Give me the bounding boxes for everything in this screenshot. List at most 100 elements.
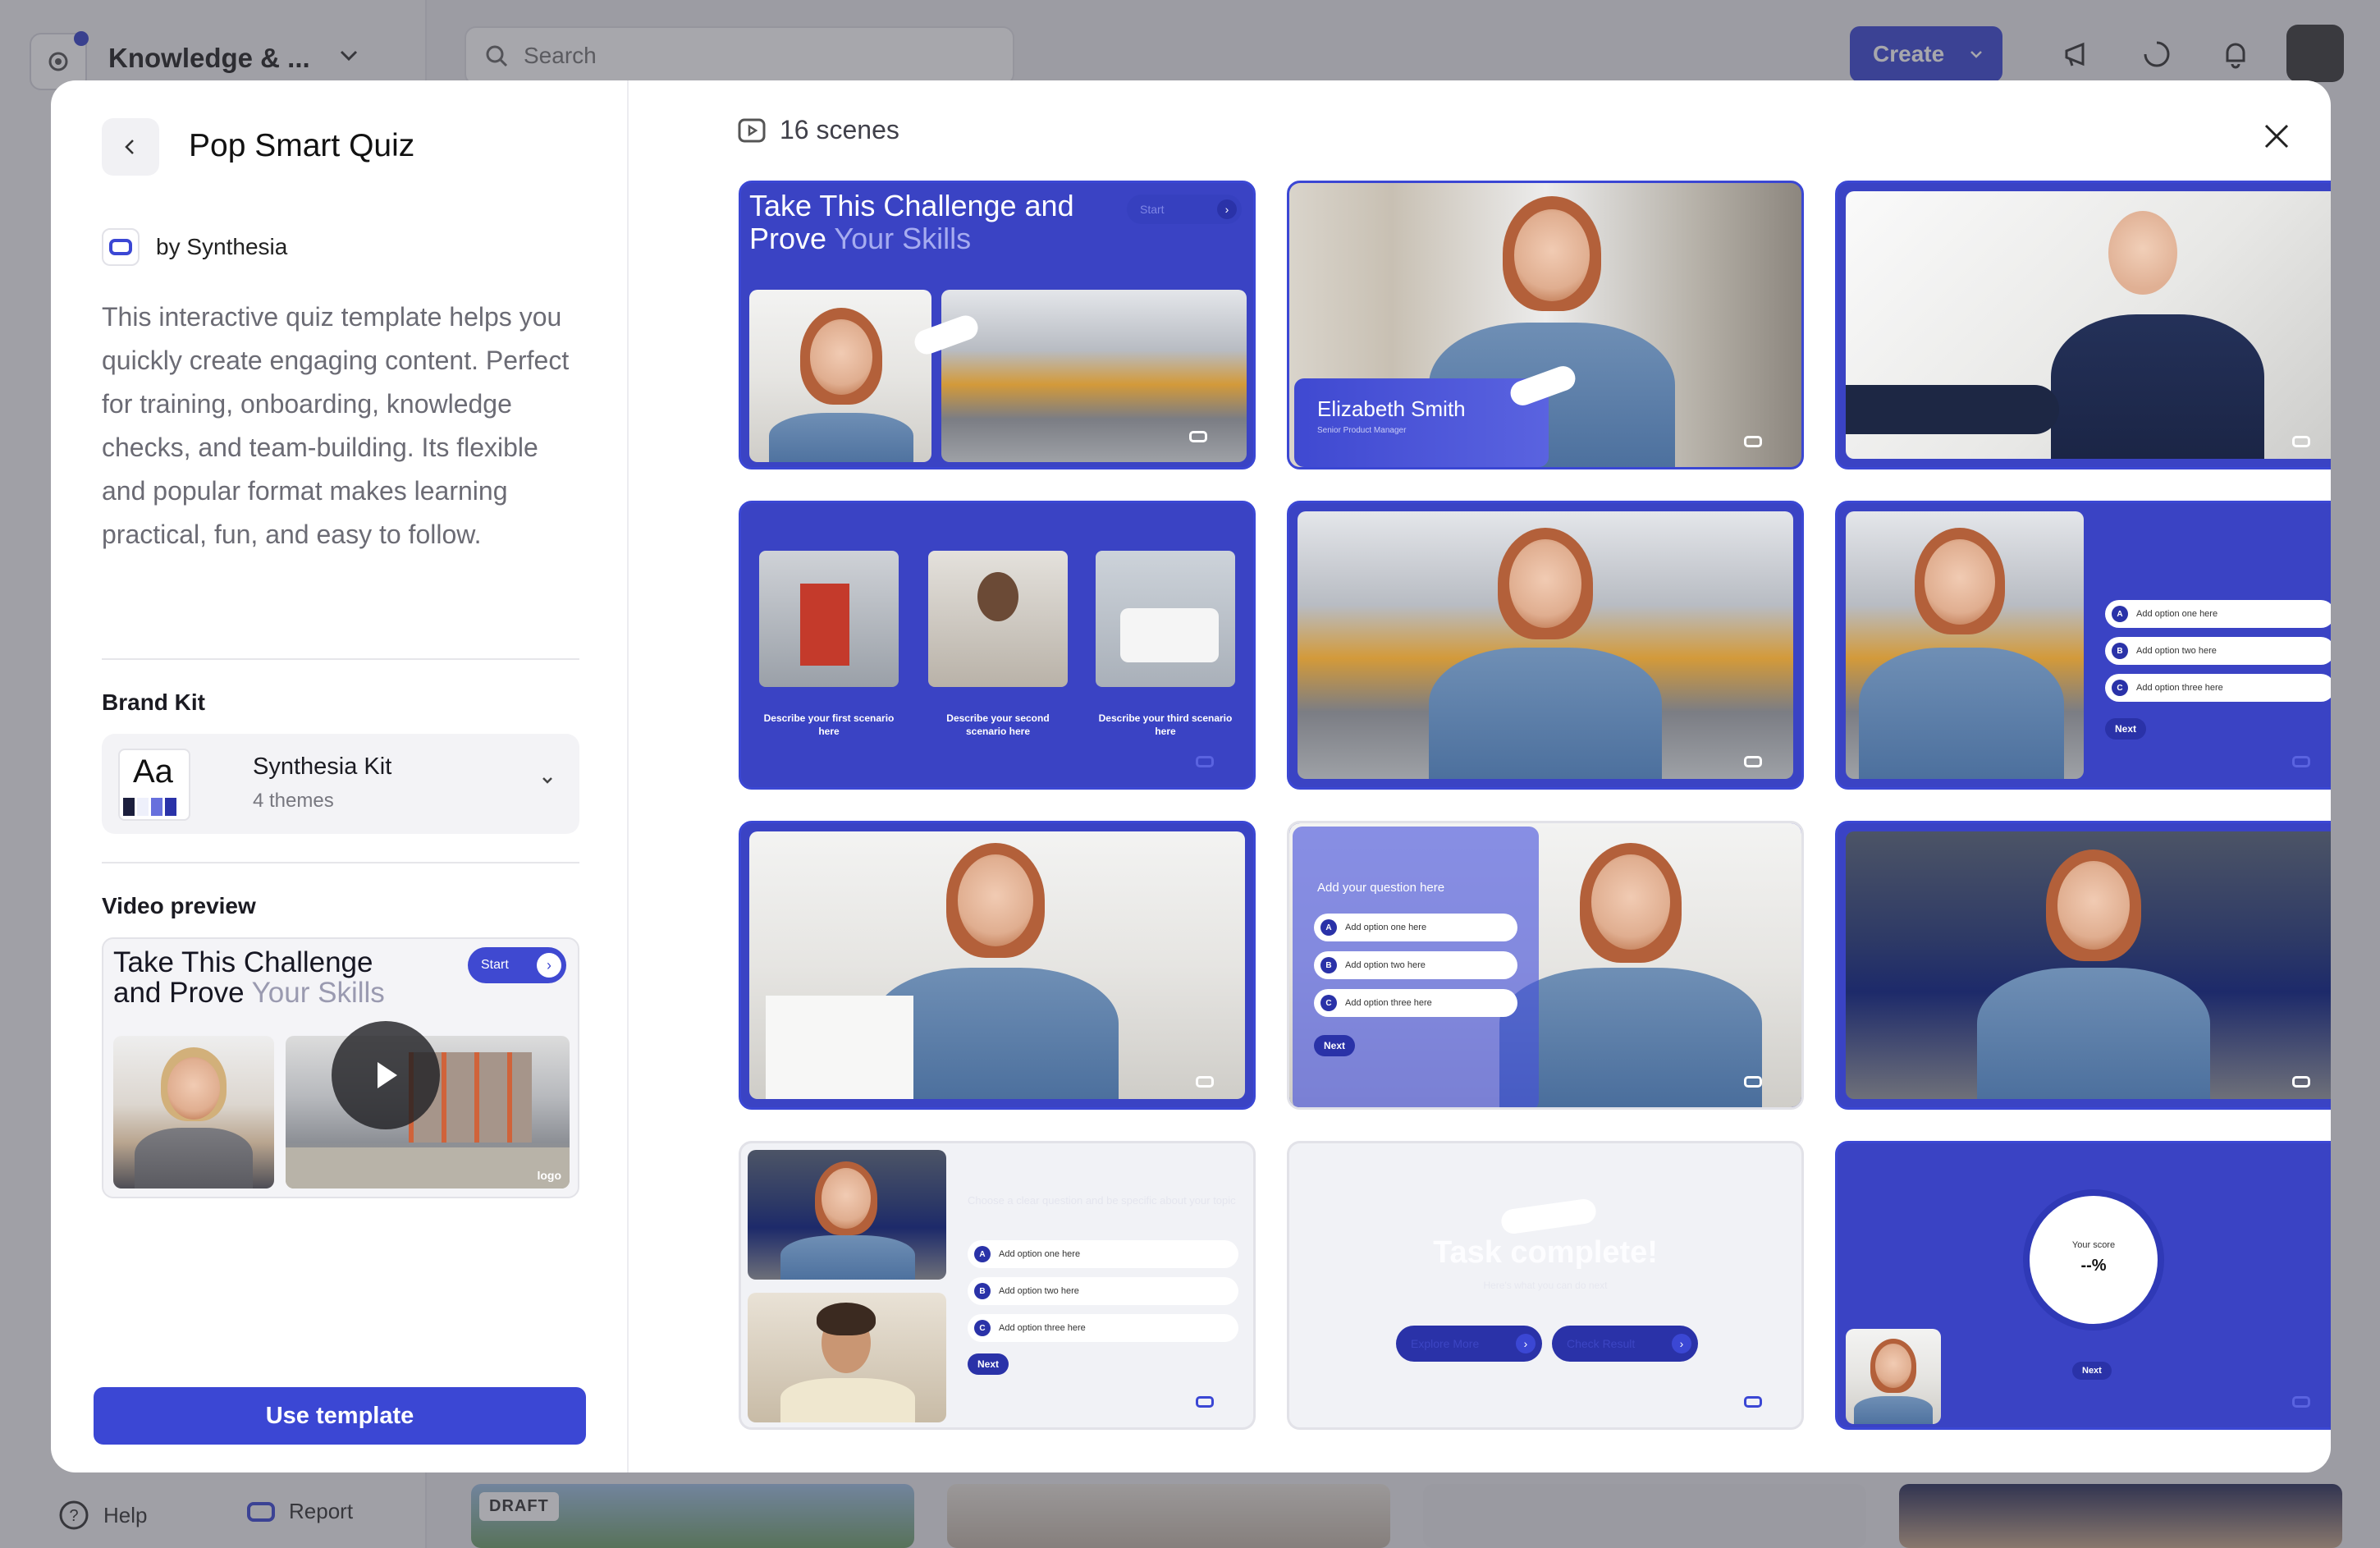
chevron-right-icon: › <box>1217 199 1237 219</box>
second-presenter-photo <box>748 1293 946 1422</box>
divider <box>102 862 579 863</box>
option-text: Add option two here <box>1345 960 1426 970</box>
scene-thumbnail[interactable]: A Add option one here B Add option two her… <box>1835 501 2331 790</box>
preview-logo-text: logo <box>537 1169 561 1182</box>
template-details-panel: Pop Smart Quiz by Synthesia This interac… <box>51 80 629 1472</box>
quiz-option: B Add option two here <box>1314 951 1517 979</box>
play-icon <box>378 1062 397 1088</box>
scene1-start-label: Start <box>1140 203 1165 216</box>
presenter-photo <box>749 290 931 462</box>
scenes-panel: 16 scenes Take This Challenge and Prove … <box>630 80 2331 1472</box>
scene-thumbnail[interactable]: Describe your first scenario here Descri… <box>739 501 1256 790</box>
option-text: Add option three here <box>2136 683 2223 693</box>
scene-thumbnail[interactable] <box>1835 821 2331 1110</box>
scene1-start-pill: Start › <box>1127 195 1242 224</box>
score-circle: Your score --% <box>2023 1189 2164 1330</box>
forklift-photo <box>759 551 899 687</box>
presenter-photo <box>1846 831 2331 1099</box>
video-preview[interactable]: Take This Challenge and Prove Your Skill… <box>102 937 579 1198</box>
check-result-pill: Check Result › <box>1552 1326 1698 1362</box>
brand-kit-themes: 4 themes <box>253 790 334 812</box>
presenter-photo <box>749 831 1245 1099</box>
divider <box>102 658 579 660</box>
option-text: Add option one here <box>2136 609 2218 619</box>
scene1-title-line2a: Prove <box>749 222 835 255</box>
delivery-van-photo <box>1096 551 1235 687</box>
option-text: Add option one here <box>999 1249 1081 1259</box>
task-complete-title: Task complete! <box>1433 1235 1658 1270</box>
preview-title-line1: Take This Challenge <box>113 946 373 978</box>
quiz-option: A Add option one here <box>2105 600 2331 628</box>
option-text: Add option two here <box>999 1286 1079 1296</box>
presenter-photo <box>1846 1329 1941 1424</box>
preview-presenter-photo <box>113 1036 274 1188</box>
template-author: by Synthesia <box>102 228 287 266</box>
scene-thumbnail[interactable]: Choose a clear question and be specific … <box>739 1141 1256 1430</box>
scene-thumbnail[interactable]: Task complete! Here's what you can do ne… <box>1287 1141 1804 1430</box>
quiz-option: B Add option two here <box>2105 637 2331 665</box>
check-result-label: Check Result <box>1567 1337 1636 1350</box>
explore-more-pill: Explore More › <box>1396 1326 1542 1362</box>
quiz-option: B Add option two here <box>968 1277 1238 1305</box>
close-button[interactable] <box>2254 113 2300 159</box>
scenes-count-label: 16 scenes <box>780 115 899 144</box>
preview-title: Take This Challenge and Prove Your Skill… <box>113 947 385 1008</box>
author-label: by Synthesia <box>156 234 288 259</box>
scenario-caption: Describe your first scenario here <box>763 712 895 737</box>
brand-kit-label: Brand Kit <box>102 689 205 715</box>
quiz-option: A Add option one here <box>968 1240 1238 1268</box>
question-text: Add your question here <box>1317 881 1445 895</box>
next-pill: Next <box>968 1353 1009 1375</box>
preview-start-label: Start <box>481 958 509 972</box>
template-modal: Pop Smart Quiz by Synthesia This interac… <box>51 80 2331 1472</box>
option-text: Add option three here <box>999 1323 1086 1333</box>
next-pill: Next <box>2072 1362 2112 1380</box>
back-button[interactable] <box>102 118 159 176</box>
template-description: This interactive quiz template helps you… <box>102 302 570 549</box>
preview-title-line2b: Your Skills <box>251 977 385 1009</box>
brand-kit-select[interactable]: Aa Synthesia Kit 4 themes <box>102 734 579 834</box>
brand-kit-aa: Aa <box>133 753 173 790</box>
presenter-role: Senior Product Manager <box>1317 426 1407 435</box>
quiz-option: A Add option one here <box>1314 914 1517 941</box>
question-panel: Add your question here A Add option one h… <box>1293 827 1539 1107</box>
brand-kit-name: Synthesia Kit <box>253 753 392 780</box>
preview-title-line2a: and Prove <box>113 977 252 1009</box>
scene-thumbnail[interactable]: Take This Challenge and Prove Your Skill… <box>739 181 1256 469</box>
option-text: Add option two here <box>2136 646 2217 656</box>
scene-thumbnail[interactable]: Add your question here A Add option one h… <box>1287 821 1804 1110</box>
template-title: Pop Smart Quiz <box>189 128 415 163</box>
score-label: Your score <box>2071 1240 2116 1250</box>
quiz-option: C Add option three here <box>2105 674 2331 702</box>
presenter-photo <box>748 1150 946 1280</box>
synthesia-logo-icon <box>102 228 140 266</box>
chevron-left-icon <box>125 140 134 154</box>
task-complete-subtitle: Here's what you can do next <box>1483 1280 1608 1291</box>
office-worker-photo <box>928 551 1068 687</box>
play-button[interactable] <box>332 1021 440 1129</box>
scene-title: Take This Challenge and Prove Your Skill… <box>749 190 1074 255</box>
chevron-right-icon: › <box>1516 1334 1536 1353</box>
handshake-photo <box>1846 191 2331 459</box>
scene1-title-line1: Take This Challenge and <box>749 189 1074 222</box>
close-icon <box>2264 124 2289 149</box>
presenter-photo <box>1846 511 2084 779</box>
brand-kit-swatches <box>123 798 176 816</box>
chevron-right-icon: › <box>1672 1334 1691 1353</box>
use-template-button[interactable]: Use template <box>94 1387 586 1445</box>
scene-thumbnail[interactable] <box>739 821 1256 1110</box>
presenter-name: Elizabeth Smith <box>1317 396 1466 421</box>
video-preview-label: Video preview <box>102 893 256 918</box>
scene-thumbnail[interactable]: Elizabeth Smith Senior Product Manager <box>1287 181 1804 469</box>
next-pill: Next <box>2105 718 2147 740</box>
option-text: Add option three here <box>1345 998 1432 1008</box>
video-icon <box>738 118 766 142</box>
scene-thumbnail[interactable] <box>1835 181 2331 469</box>
chevron-down-icon <box>542 777 552 784</box>
scenario-caption: Describe your second scenario here <box>946 712 1050 737</box>
scene-thumbnail[interactable] <box>1287 501 1804 790</box>
quiz-option: C Add option three here <box>1314 989 1517 1017</box>
scenario-caption: Describe your third scenario here <box>1098 712 1233 737</box>
scene-thumbnail[interactable]: Your score --% Next <box>1835 1141 2331 1430</box>
scene1-title-line2b: Your Skills <box>834 222 972 255</box>
